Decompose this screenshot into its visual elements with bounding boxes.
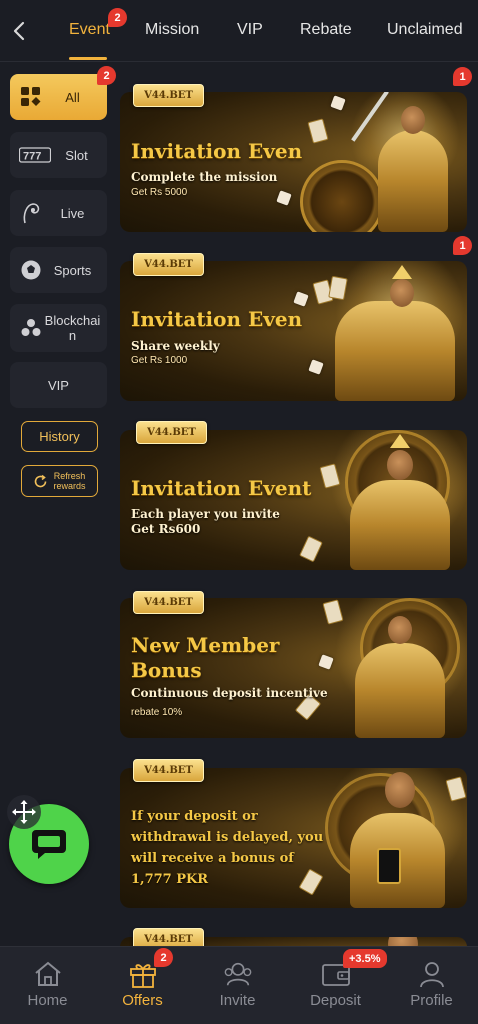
crown-image — [390, 434, 410, 448]
tab-vip[interactable]: VIP — [237, 21, 263, 39]
figure-head-image — [388, 616, 412, 644]
brand-tag: V44.BET — [133, 591, 204, 614]
phone-image — [377, 848, 401, 884]
refresh-rewards-label: Refresh rewards — [53, 471, 86, 491]
profile-icon — [417, 959, 447, 989]
sidebar-item-label: Blockchai n — [44, 313, 101, 343]
dice-image — [318, 654, 334, 670]
nav-label: Profile — [410, 992, 453, 1009]
nav-label: Deposit — [310, 992, 361, 1009]
sidebar-item-label: Live — [60, 205, 85, 221]
banner-text: If your deposit or withdrawal is delayed… — [131, 809, 324, 887]
figure-head-image — [390, 279, 414, 307]
nav-label: Offers — [122, 992, 163, 1009]
chevron-left-icon — [13, 21, 25, 41]
nav-invite[interactable]: Invite — [190, 947, 285, 1024]
sidebar-item-live[interactable]: Live — [10, 190, 107, 236]
tab-rebate[interactable]: Rebate — [300, 21, 352, 39]
live-dealer-icon — [18, 200, 44, 226]
slot-777-icon: 777 — [18, 142, 52, 168]
nav-home[interactable]: Home — [0, 947, 95, 1024]
refresh-icon — [35, 474, 47, 487]
banner-detail: rebate 10% — [131, 707, 183, 718]
king-figure-image — [350, 480, 450, 570]
banner-badge: 1 — [453, 236, 472, 255]
banner-title: Invitation Even — [131, 307, 303, 331]
event-banner-1[interactable]: Invitation Even Complete the mission Get… — [120, 92, 467, 232]
offers-page: Event 2 Mission VIP Rebate Unclaimed All… — [0, 0, 478, 1024]
sidebar-item-slot[interactable]: 777 Slot — [10, 132, 107, 178]
nav-deposit-badge: +3.5% — [343, 949, 387, 968]
banner-subtitle: Each player you invite — [131, 507, 280, 521]
banner-badge: 1 — [453, 67, 472, 86]
event-banner-4[interactable]: New Member Bonus Continuous deposit ince… — [120, 598, 467, 738]
top-tab-bar: Event 2 Mission VIP Rebate Unclaimed — [0, 0, 478, 62]
sidebar-item-blockchain[interactable]: Blockchai n — [10, 304, 107, 352]
figure-head-image — [401, 106, 425, 134]
brand-tag: V44.BET — [133, 84, 204, 107]
banner-subtitle: Complete the mission — [131, 170, 278, 184]
banner-title: Invitation Even — [131, 139, 303, 163]
banner-subtitle: Continuous deposit incentive — [131, 686, 328, 700]
bottom-navigation: Home Offers 2 Invite Deposit +3.5% Profi… — [0, 946, 478, 1024]
gift-icon — [128, 959, 158, 989]
figure-head-image — [387, 450, 413, 480]
sidebar-item-all[interactable]: All — [10, 74, 107, 120]
playing-card-image — [299, 535, 323, 563]
figure-head-image — [385, 772, 415, 808]
brand-tag: V44.BET — [133, 253, 204, 276]
sidebar-all-badge: 2 — [97, 66, 116, 85]
tab-event-badge: 2 — [108, 8, 127, 27]
dice-image — [293, 291, 309, 307]
back-button[interactable] — [8, 18, 30, 44]
refresh-rewards-button[interactable]: Refresh rewards — [21, 465, 98, 497]
sidebar-item-label: VIP — [48, 377, 69, 393]
blockchain-icon — [18, 315, 44, 341]
nav-profile[interactable]: Profile — [384, 947, 478, 1024]
banner-title: New Member Bonus — [131, 633, 280, 682]
active-tab-indicator — [69, 57, 107, 60]
playing-card-image — [322, 599, 344, 625]
event-banner-3[interactable]: Invitation Event Each player you invite … — [120, 430, 467, 570]
sidebar-item-label: All — [65, 89, 80, 105]
move-icon — [12, 800, 36, 824]
dice-image — [308, 359, 324, 375]
playing-card-image — [307, 118, 329, 144]
banner-detail: Get Rs 1000 — [131, 355, 188, 366]
event-banner-5[interactable]: If your deposit or withdrawal is delayed… — [120, 768, 467, 908]
svg-text:777: 777 — [23, 151, 41, 163]
tab-mission[interactable]: Mission — [145, 21, 199, 39]
warrior-figure-image — [378, 130, 448, 232]
banner-subtitle: Share weekly — [131, 339, 220, 353]
brand-tag: V44.BET — [136, 421, 207, 444]
nav-label: Home — [27, 992, 68, 1009]
banner-title: Invitation Event — [131, 476, 312, 500]
sidebar-item-vip[interactable]: VIP — [10, 362, 107, 408]
tab-event[interactable]: Event — [69, 21, 110, 39]
banner-detail: Get Rs 5000 — [131, 187, 188, 198]
sidebar-item-label: Slot — [65, 147, 88, 163]
soccer-ball-icon — [18, 257, 44, 283]
king-figure-image — [335, 301, 455, 401]
nav-label: Invite — [219, 992, 256, 1009]
grid-icon — [18, 84, 44, 110]
chat-bubble-icon — [32, 830, 66, 859]
sidebar-item-label: Sports — [53, 262, 92, 278]
invite-icon — [223, 959, 253, 989]
banner-detail: Get Rs600 — [131, 522, 201, 536]
nav-offers[interactable]: Offers — [95, 947, 190, 1024]
tab-unclaimed[interactable]: Unclaimed — [387, 21, 463, 39]
dice-image — [330, 95, 346, 111]
queen-figure-image — [355, 643, 445, 738]
event-banner-2[interactable]: Invitation Even Share weekly Get Rs 1000 — [120, 261, 467, 401]
dice-image — [276, 190, 292, 206]
home-icon — [33, 959, 63, 989]
drag-handle[interactable] — [7, 795, 41, 829]
sidebar-item-sports[interactable]: Sports — [10, 247, 107, 293]
brand-tag: V44.BET — [133, 759, 204, 782]
crown-image — [392, 265, 412, 279]
nav-offers-badge: 2 — [154, 948, 173, 967]
history-button[interactable]: History — [21, 421, 98, 452]
